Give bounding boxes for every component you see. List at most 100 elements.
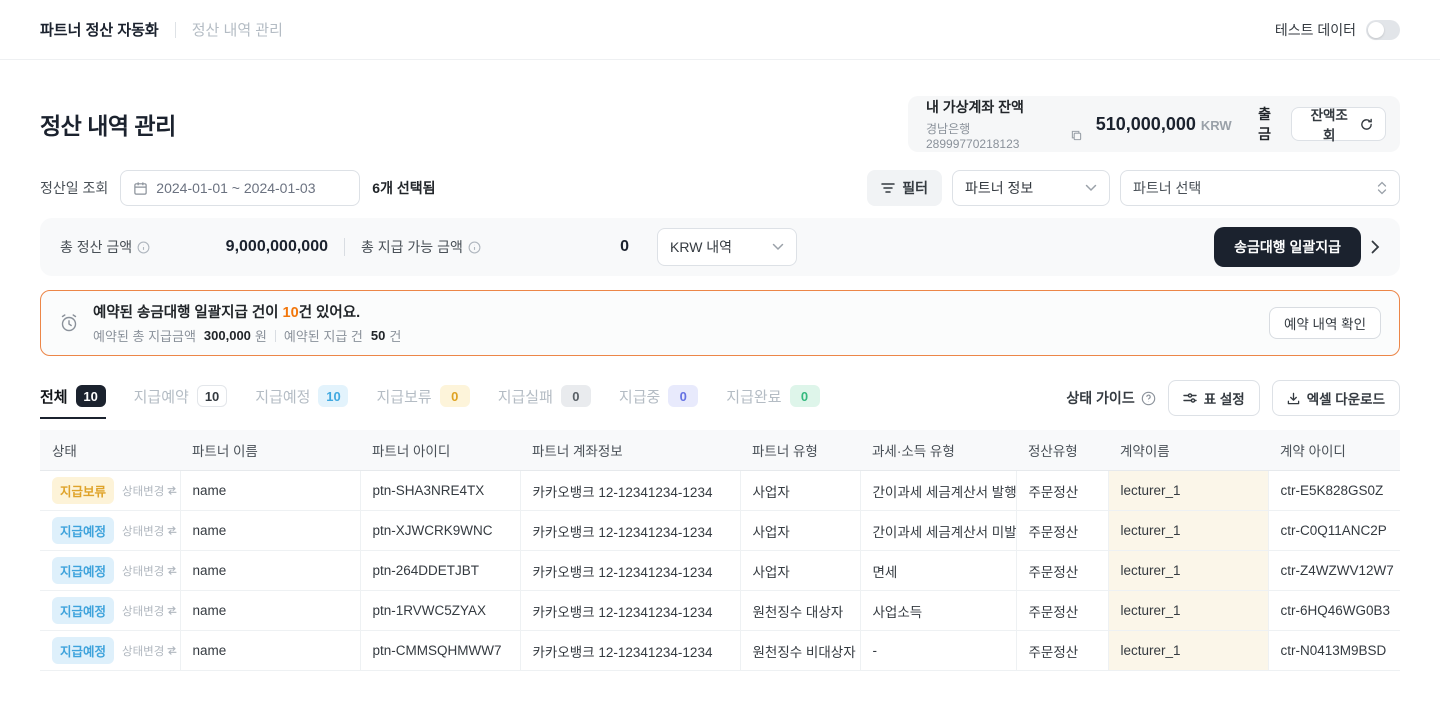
virtual-account-balance-card: 내 가상계좌 잔액 경남은행 28999770218123 510,000,00… [908, 96, 1400, 152]
table-header-row: 상태 파트너 이름 파트너 아이디 파트너 계좌정보 파트너 유형 과세·소득 … [40, 430, 1400, 471]
total-settlement-group: 총 정산 금액 9,000,000,000 [60, 237, 328, 257]
partner-info-select[interactable]: 파트너 정보 [952, 170, 1110, 206]
cell-partner-id: ptn-264DDETJBT [360, 551, 520, 591]
balance-currency: KRW [1201, 118, 1232, 133]
status-guide-label: 상태 가이드 [1066, 388, 1134, 408]
filter-right-group: 필터 파트너 정보 파트너 선택 [867, 170, 1400, 206]
table-row: 지급예정 상태변경 name ptn-CMMSQHMWW7 카카오뱅크 12-1… [40, 631, 1400, 671]
cell-contract-name: lecturer_1 [1108, 471, 1268, 511]
withdraw-button[interactable]: 출금 [1252, 104, 1278, 144]
filter-button[interactable]: 필터 [867, 170, 942, 206]
balance-amount: 510,000,000 [1096, 114, 1196, 135]
status-change-button[interactable]: 상태변경 [122, 563, 177, 579]
tab-count-badge: 0 [790, 385, 820, 407]
app-brand: 파트너 정산 자동화 [40, 19, 159, 40]
settlement-table: 상태 파트너 이름 파트너 아이디 파트너 계좌정보 파트너 유형 과세·소득 … [40, 430, 1400, 671]
expand-button[interactable] [1371, 240, 1380, 254]
excel-download-button[interactable]: 엑셀 다운로드 [1272, 380, 1400, 416]
col-partner-account: 파트너 계좌정보 [520, 430, 740, 471]
banner-text: 예약된 송금대행 일괄지급 건이 10건 있어요. 예약된 총 지급금액 300… [93, 301, 401, 345]
table-row: 지급보류 상태변경 name ptn-SHA3NRE4TX 카카오뱅크 12-1… [40, 471, 1400, 511]
banner-count: 10 [283, 305, 299, 321]
cell-tax-type: - [860, 631, 1016, 671]
status-change-label: 상태변경 [122, 563, 164, 579]
balance-inquiry-button[interactable]: 잔액조회 [1291, 107, 1386, 141]
download-icon [1287, 392, 1300, 405]
topbar-menu-settlement[interactable]: 정산 내역 관리 [192, 19, 283, 40]
partner-info-value: 파트너 정보 [965, 178, 1033, 198]
cell-contract-id: ctr-E5K828GS0Z [1268, 471, 1400, 511]
table-settings-label: 표 설정 [1204, 388, 1245, 408]
cell-contract-id: ctr-N0413M9BSD [1268, 631, 1400, 671]
summary-bar: 총 정산 금액 9,000,000,000 총 지급 가능 금액 0 KRW 내… [40, 218, 1400, 276]
scheduled-count-unit: 건 [389, 326, 401, 345]
tab-payment-hold[interactable]: 지급보류 0 [376, 385, 469, 417]
cell-partner-id: ptn-CMMSQHMWW7 [360, 631, 520, 671]
tab-payment-in-progress[interactable]: 지급중 0 [619, 385, 698, 417]
currency-history-value: KRW 내역 [670, 237, 732, 257]
status-change-button[interactable]: 상태변경 [122, 523, 177, 539]
tab-count-badge: 0 [668, 385, 698, 407]
col-partner-type: 파트너 유형 [740, 430, 860, 471]
cell-tax-type: 면세 [860, 551, 1016, 591]
table-row: 지급예정 상태변경 name ptn-XJWCRK9WNC 카카오뱅크 12-1… [40, 511, 1400, 551]
test-data-label: 테스트 데이터 [1275, 20, 1356, 40]
info-icon[interactable] [137, 241, 150, 254]
cell-tax-type: 사업소득 [860, 591, 1016, 631]
cell-partner-name: name [180, 591, 360, 631]
tab-label: 전체 [40, 386, 68, 407]
cell-partner-type: 사업자 [740, 471, 860, 511]
tab-payment-reserved[interactable]: 지급예약 10 [134, 385, 228, 417]
cell-partner-name: name [180, 511, 360, 551]
tab-payment-complete[interactable]: 지급완료 0 [726, 385, 819, 417]
status-change-button[interactable]: 상태변경 [122, 643, 177, 659]
cell-tax-type: 간이과세 세금계산서 미발행 [860, 511, 1016, 551]
cell-partner-type: 사업자 [740, 551, 860, 591]
status-guide[interactable]: 상태 가이드 [1066, 388, 1155, 408]
cell-partner-id: ptn-1RVWC5ZYAX [360, 591, 520, 631]
cell-partner-type: 사업자 [740, 511, 860, 551]
info-icon[interactable] [468, 241, 481, 254]
copy-icon[interactable] [1071, 130, 1082, 141]
col-partner-name: 파트너 이름 [180, 430, 360, 471]
table-row: 지급예정 상태변경 name ptn-264DDETJBT 카카오뱅크 12-1… [40, 551, 1400, 591]
swap-icon [167, 646, 177, 655]
status-change-button[interactable]: 상태변경 [122, 483, 177, 499]
test-data-toggle[interactable] [1366, 20, 1400, 40]
table-settings-button[interactable]: 표 설정 [1168, 380, 1260, 416]
tab-count-badge: 0 [440, 385, 470, 407]
col-partner-id: 파트너 아이디 [360, 430, 520, 471]
scheduled-amount-unit: 원 [255, 326, 267, 345]
bulk-transfer-button[interactable]: 송금대행 일괄지급 [1214, 227, 1361, 267]
status-badge: 지급예정 [52, 637, 114, 664]
tab-payment-scheduled[interactable]: 지급예정 10 [255, 385, 348, 417]
alarm-clock-icon [59, 313, 79, 333]
currency-history-select[interactable]: KRW 내역 [657, 228, 797, 266]
col-contract-name: 계약이름 [1108, 430, 1268, 471]
title-row: 정산 내역 관리 내 가상계좌 잔액 경남은행 28999770218123 5… [40, 96, 1400, 152]
tab-label: 지급중 [619, 386, 660, 407]
cell-settlement-type: 주문정산 [1016, 551, 1108, 591]
toggle-knob [1368, 22, 1384, 38]
cell-partner-id: ptn-XJWCRK9WNC [360, 511, 520, 551]
date-range-picker[interactable]: 2024-01-01 ~ 2024-01-03 [120, 170, 360, 206]
selected-count: 6개 선택됨 [372, 178, 435, 198]
col-tax-type: 과세·소득 유형 [860, 430, 1016, 471]
tab-all[interactable]: 전체 10 [40, 385, 106, 419]
tab-label: 지급예약 [134, 386, 189, 407]
tab-payment-failed[interactable]: 지급실패 0 [498, 385, 591, 417]
scheduled-count-label: 예약된 지급 건 [284, 326, 363, 345]
balance-amount-wrap: 510,000,000 KRW [1096, 114, 1232, 135]
reservation-confirm-button[interactable]: 예약 내역 확인 [1269, 307, 1381, 339]
total-payable-group: 총 지급 가능 금액 0 [361, 237, 629, 257]
status-change-label: 상태변경 [122, 523, 164, 539]
tab-label: 지급예정 [255, 386, 310, 407]
banner-title-suffix: 건 있어요. [299, 305, 360, 321]
main-content: 정산 내역 관리 내 가상계좌 잔액 경남은행 28999770218123 5… [0, 96, 1440, 671]
status-change-button[interactable]: 상태변경 [122, 603, 177, 619]
total-payable-value: 0 [620, 238, 629, 256]
cell-partner-type: 원천징수 대상자 [740, 591, 860, 631]
summary-divider [344, 238, 345, 256]
partner-select[interactable]: 파트너 선택 [1120, 170, 1400, 206]
reservation-banner: 예약된 송금대행 일괄지급 건이 10건 있어요. 예약된 총 지급금액 300… [40, 290, 1400, 356]
